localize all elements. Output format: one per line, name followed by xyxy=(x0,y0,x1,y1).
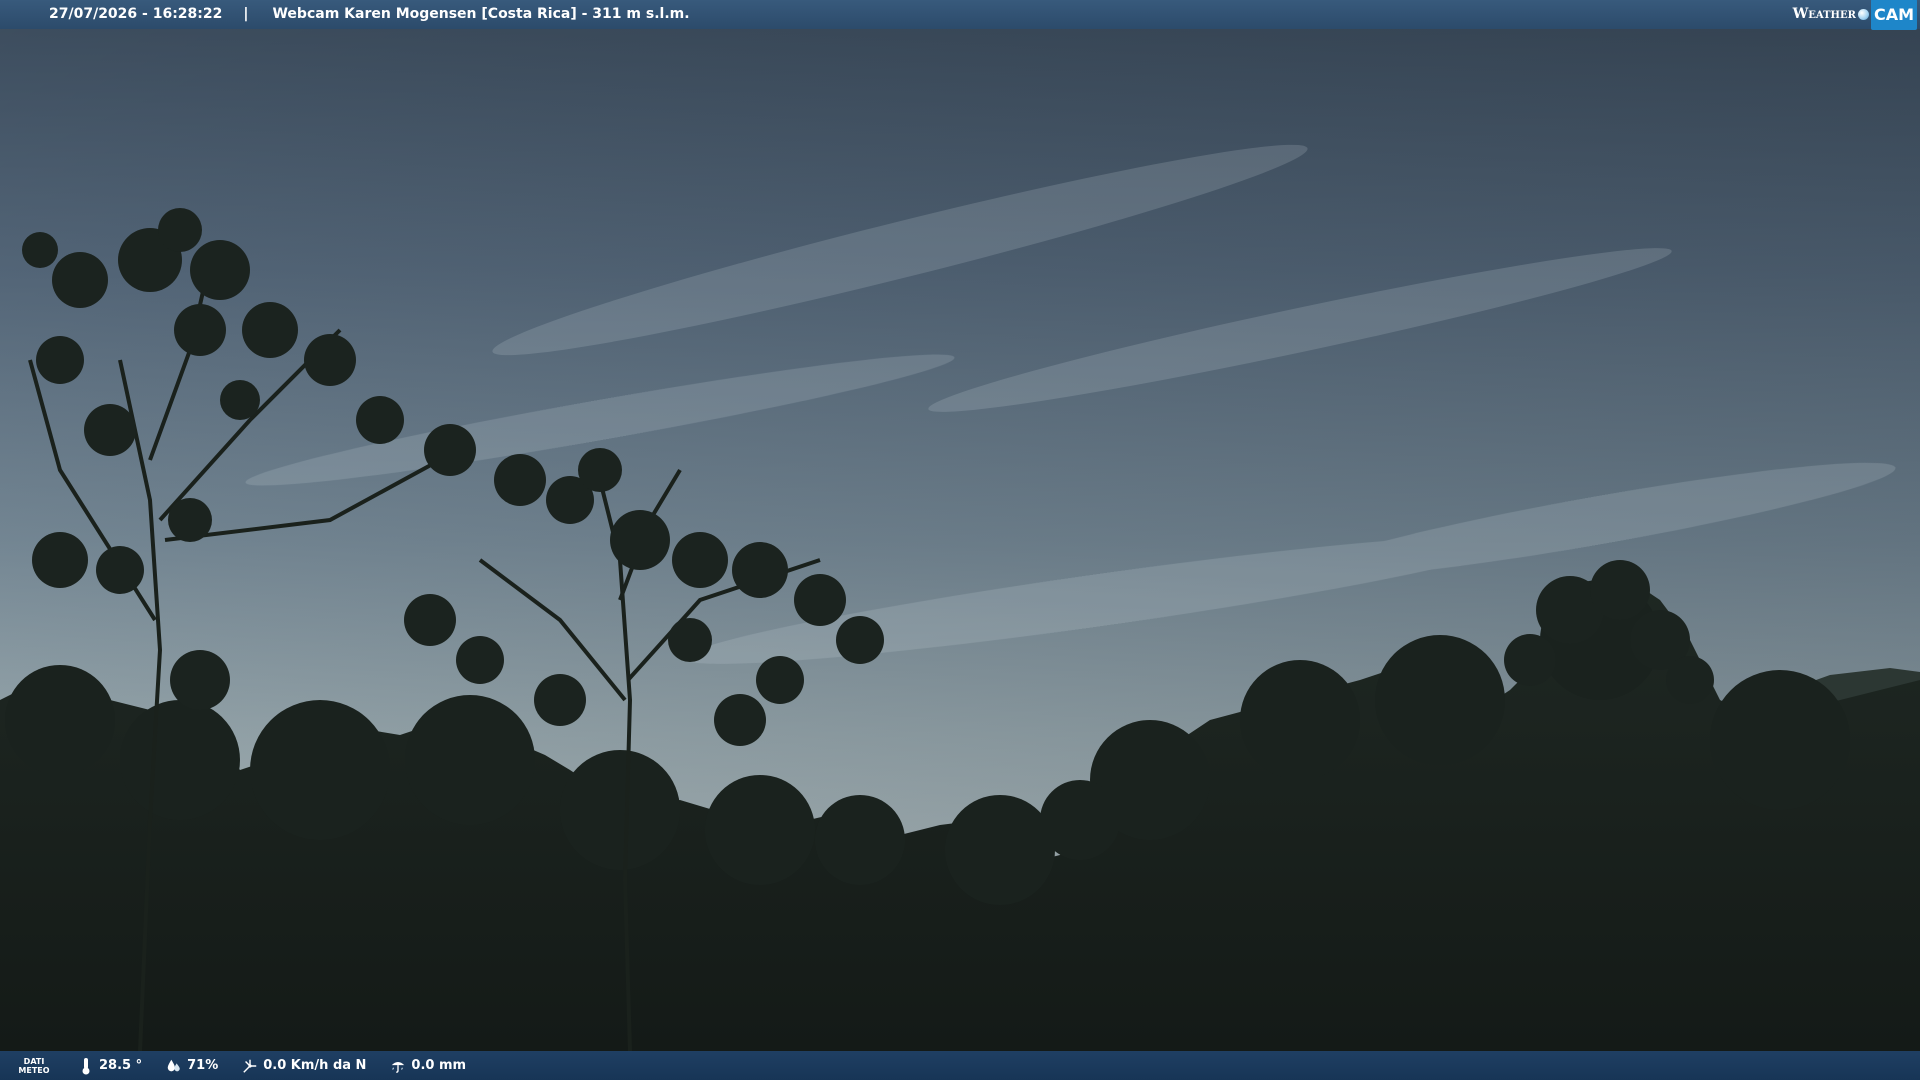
webcam-image xyxy=(0,0,1920,1080)
logo-globe-icon xyxy=(1857,9,1869,20)
dati-label-line1: DATI xyxy=(23,1056,45,1066)
dati-meteo-label: DATI METEO xyxy=(8,1057,60,1075)
webcam-title: Webcam Karen Mogensen [Costa Rica] - 311… xyxy=(272,6,690,22)
weathercam-logo[interactable]: Weather CAM xyxy=(1792,0,1917,30)
wind-icon xyxy=(243,1059,257,1073)
rain-reading: 0.0 mm xyxy=(390,1057,466,1075)
header-separator: | xyxy=(243,6,249,22)
thermometer-icon xyxy=(82,1057,90,1074)
humidity-value: 71% xyxy=(187,1058,219,1073)
logo-cam-text: CAM xyxy=(1870,0,1917,30)
humidity-icon xyxy=(167,1059,180,1071)
dati-label-line2: METEO xyxy=(18,1065,50,1075)
header-bar: 27/07/2026 - 16:28:22 | Webcam Karen Mog… xyxy=(0,0,1920,30)
humidity-reading: 71% xyxy=(166,1057,218,1075)
wind-reading: 0.0 Km/h da N xyxy=(242,1057,366,1075)
temperature-value: 28.5 ° xyxy=(99,1058,143,1073)
weather-data-bar: DATI METEO 28.5 ° 71% 0.0 Km/h da N 0.0 … xyxy=(0,1051,1920,1080)
temperature-reading: 28.5 ° xyxy=(78,1057,142,1075)
logo-weather-text: Weather xyxy=(1792,6,1856,22)
timestamp: 27/07/2026 - 16:28:22 xyxy=(49,6,223,22)
wind-value: 0.0 Km/h da N xyxy=(263,1058,367,1073)
rain-icon xyxy=(392,1061,405,1073)
rain-value: 0.0 mm xyxy=(411,1058,467,1073)
